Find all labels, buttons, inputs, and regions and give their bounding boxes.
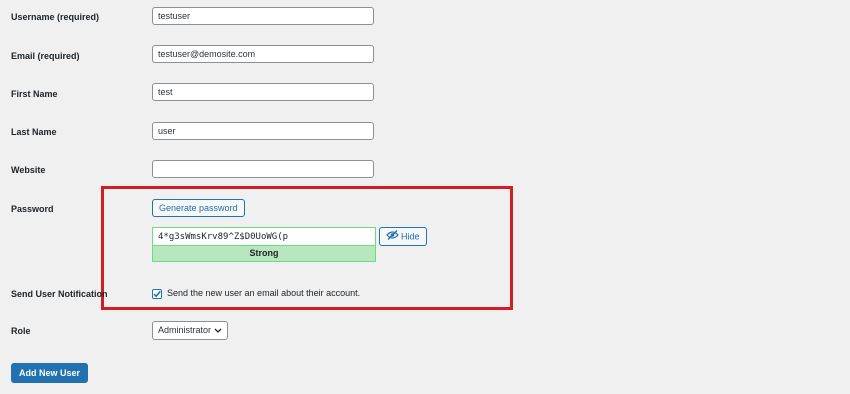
checkmark-icon	[153, 290, 161, 298]
password-label: Password	[11, 204, 54, 214]
last-name-field[interactable]	[152, 122, 374, 140]
notification-text: Send the new user an email about their a…	[167, 288, 361, 298]
email-field[interactable]	[152, 45, 374, 63]
username-field[interactable]	[152, 7, 374, 25]
website-label: Website	[11, 165, 46, 175]
notification-label: Send User Notification	[11, 289, 108, 299]
website-field[interactable]	[152, 160, 374, 178]
username-label: Username (required)	[11, 12, 100, 22]
role-selected: Administrator	[158, 325, 212, 335]
first-name-label: First Name	[11, 89, 58, 99]
role-select[interactable]: Administrator	[152, 321, 228, 340]
chevron-down-icon	[214, 322, 222, 345]
notification-checkbox[interactable]	[152, 289, 162, 299]
email-label: Email (required)	[11, 51, 80, 61]
last-name-label: Last Name	[11, 127, 57, 137]
role-label: Role	[11, 326, 31, 336]
first-name-field[interactable]	[152, 83, 374, 101]
add-new-user-button[interactable]: Add New User	[11, 363, 89, 383]
